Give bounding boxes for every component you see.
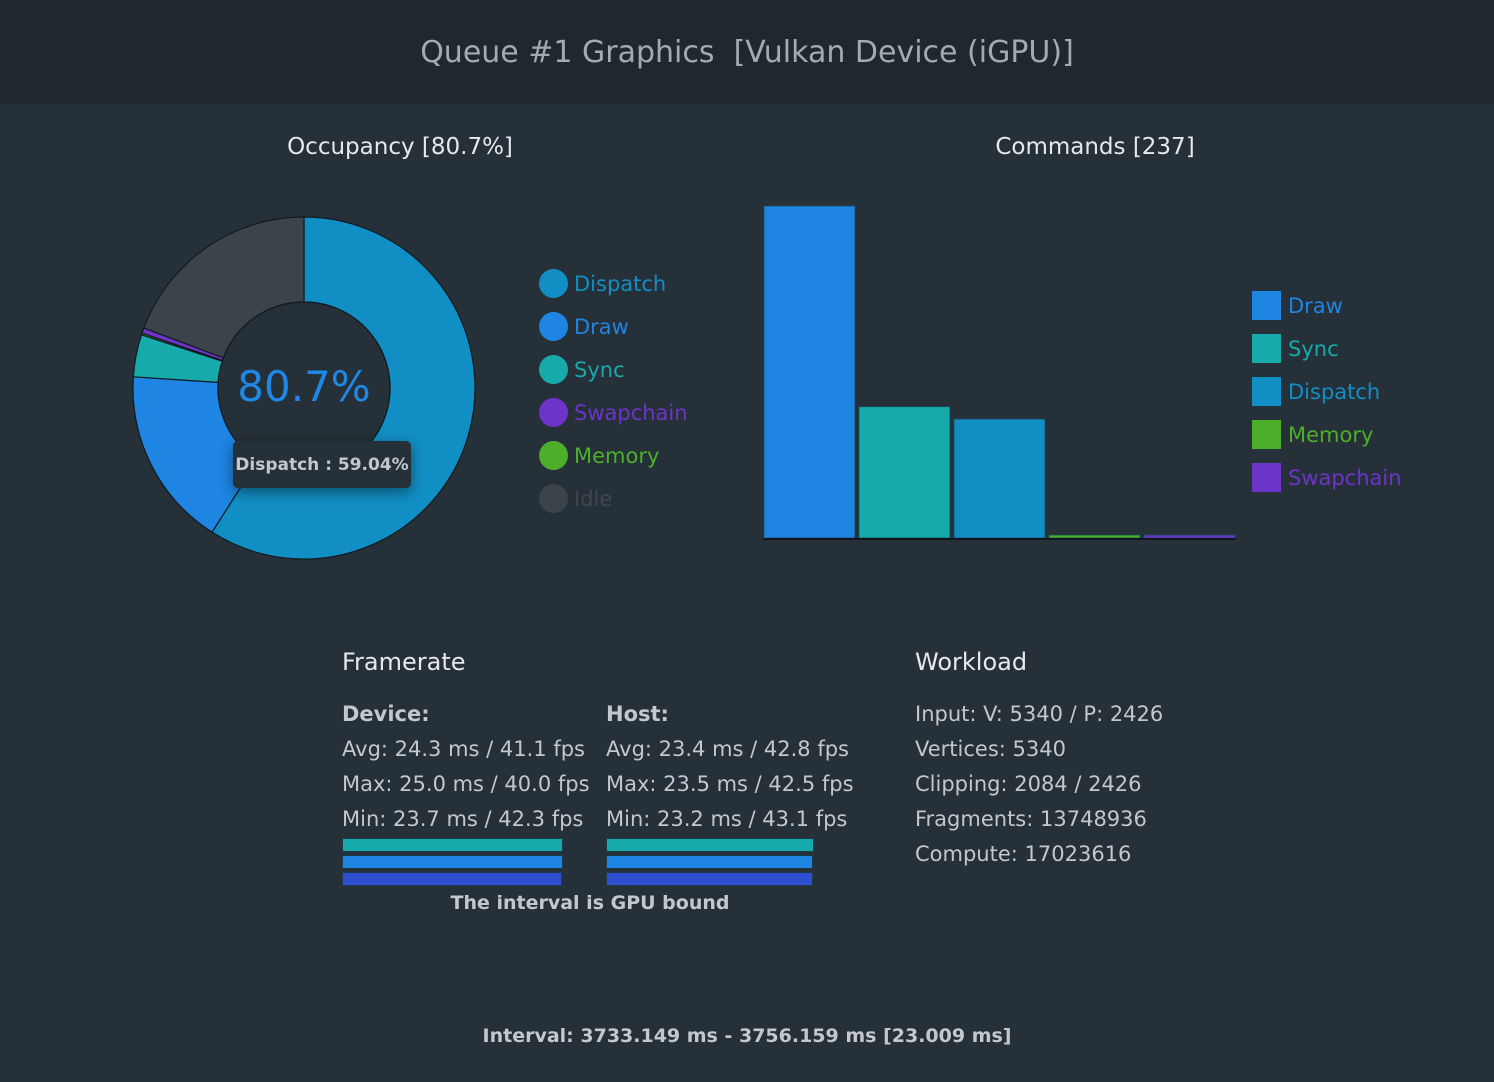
legend-label: Draw [1288, 293, 1343, 318]
bar-draw[interactable] [763, 205, 856, 539]
bar-sync[interactable] [858, 406, 951, 539]
device-heading: Device: [342, 702, 430, 726]
slice-tooltip: Dispatch : 59.04% [233, 441, 411, 488]
legend-item-dispatch[interactable]: Dispatch [539, 262, 688, 305]
host-max-bar [606, 838, 814, 852]
bar-legend-item-dispatch[interactable]: Dispatch [1252, 370, 1402, 413]
legend-square-icon [1252, 463, 1281, 492]
legend-circle-icon [539, 269, 568, 298]
legend-square-icon [1252, 334, 1281, 363]
legend-square-icon [1252, 291, 1281, 320]
workload-fragments: Fragments: 13748936 [915, 807, 1147, 831]
commands-title: Commands [237] [995, 134, 1195, 160]
legend-item-memory[interactable]: Memory [539, 434, 688, 477]
workload-compute: Compute: 17023616 [915, 842, 1132, 866]
bar-swapchain[interactable] [1143, 534, 1236, 539]
legend-label: Sync [574, 357, 625, 382]
gpu-bound-note: The interval is GPU bound [450, 892, 730, 914]
device-avg: Avg: 24.3 ms / 41.1 fps [342, 737, 585, 761]
legend-label: Dispatch [574, 271, 667, 296]
commands-legend: Draw Sync Dispatch Memory Swapchain [1252, 284, 1402, 499]
legend-label: Memory [574, 443, 660, 468]
occupancy-center-value: 80.7% [237, 362, 371, 411]
legend-circle-icon [539, 312, 568, 341]
legend-label: Swapchain [574, 400, 688, 425]
header-bar: Queue #1 Graphics [Vulkan Device (iGPU)] [0, 0, 1494, 104]
bar-legend-item-draw[interactable]: Draw [1252, 284, 1402, 327]
legend-label: Memory [1288, 422, 1374, 447]
host-avg: Avg: 23.4 ms / 42.8 fps [606, 737, 849, 761]
legend-circle-icon [539, 484, 568, 513]
interval-footer: Interval: 3733.149 ms - 3756.159 ms [23.… [482, 1025, 1012, 1047]
host-min-bar [606, 872, 813, 886]
device-avg-bar [342, 855, 563, 869]
device-min-bar [342, 872, 563, 886]
workload-vertices: Vertices: 5340 [915, 737, 1066, 761]
bar-memory[interactable] [1048, 534, 1141, 539]
device-stats: Device: Avg: 24.3 ms / 41.1 fps Max: 25.… [342, 697, 590, 837]
workload-stats: Input: V: 5340 / P: 2426 Vertices: 5340 … [915, 697, 1163, 872]
legend-label: Sync [1288, 336, 1339, 361]
commands-bar-chart [763, 205, 1236, 540]
legend-item-sync[interactable]: Sync [539, 348, 688, 391]
workload-input: Input: V: 5340 / P: 2426 [915, 702, 1164, 726]
legend-item-draw[interactable]: Draw [539, 305, 688, 348]
legend-label: Idle [574, 486, 613, 511]
host-avg-bar [606, 855, 814, 869]
workload-title: Workload [915, 648, 1028, 676]
host-stats: Host: Avg: 23.4 ms / 42.8 fps Max: 23.5 … [606, 697, 854, 837]
legend-square-icon [1252, 377, 1281, 406]
legend-circle-icon [539, 441, 568, 470]
bar-legend-item-sync[interactable]: Sync [1252, 327, 1402, 370]
host-min: Min: 23.2 ms / 43.1 fps [606, 807, 848, 831]
device-max-bar [342, 838, 563, 852]
bar-legend-item-memory[interactable]: Memory [1252, 413, 1402, 456]
legend-label: Swapchain [1288, 465, 1402, 490]
host-heading: Host: [606, 702, 669, 726]
legend-label: Dispatch [1288, 379, 1381, 404]
host-max: Max: 23.5 ms / 42.5 fps [606, 772, 854, 796]
legend-circle-icon [539, 398, 568, 427]
occupancy-title: Occupancy [80.7%] [287, 134, 513, 160]
legend-item-swapchain[interactable]: Swapchain [539, 391, 688, 434]
legend-item-idle[interactable]: Idle [539, 477, 688, 520]
bar-legend-item-swapchain[interactable]: Swapchain [1252, 456, 1402, 499]
legend-circle-icon [539, 355, 568, 384]
bar-dispatch[interactable] [953, 418, 1046, 539]
device-max: Max: 25.0 ms / 40.0 fps [342, 772, 590, 796]
device-min: Min: 23.7 ms / 42.3 fps [342, 807, 584, 831]
framerate-title: Framerate [342, 648, 466, 676]
workload-clipping: Clipping: 2084 / 2426 [915, 772, 1142, 796]
legend-label: Draw [574, 314, 629, 339]
queue-title: Queue #1 Graphics [Vulkan Device (iGPU)] [420, 34, 1074, 70]
occupancy-legend: Dispatch Draw Sync Swapchain Memory Idle [539, 262, 688, 520]
legend-square-icon [1252, 420, 1281, 449]
